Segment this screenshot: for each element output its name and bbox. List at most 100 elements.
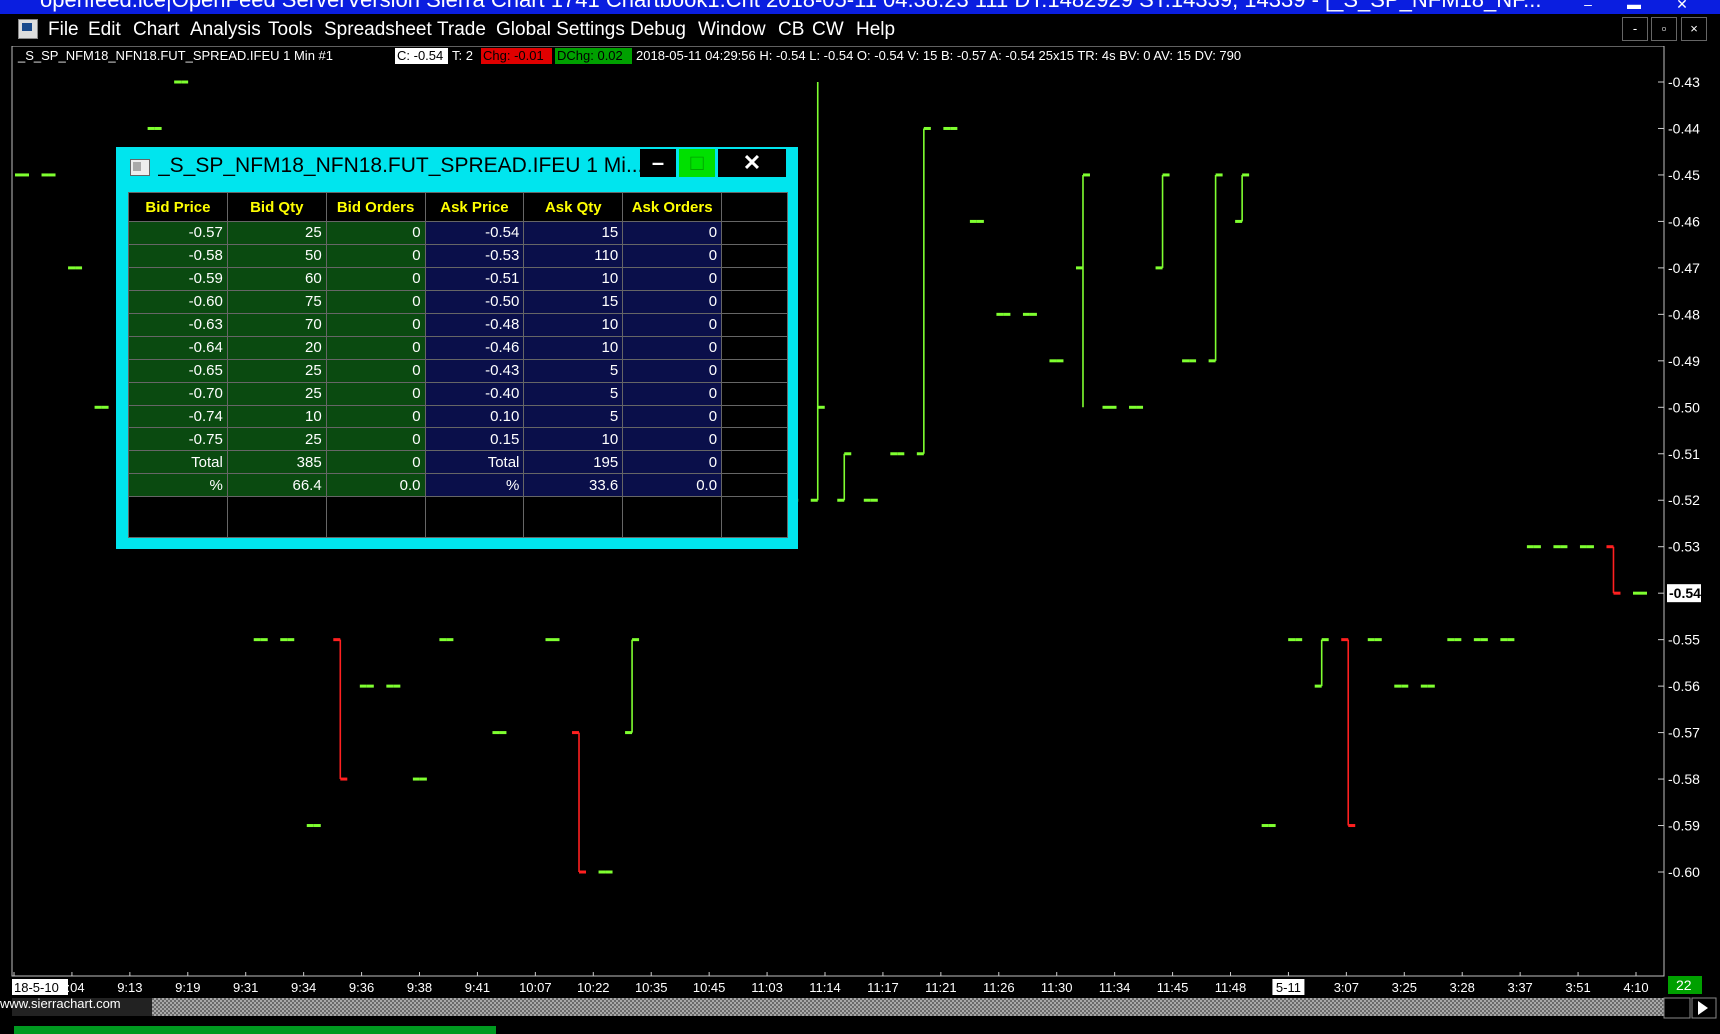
depth-row[interactable]: -0.58 50 0 -0.53 110 0	[128, 243, 788, 268]
mdi-restore-button[interactable]: ▫	[1651, 17, 1677, 41]
depth-cell-bid-orders[interactable]: 0	[325, 312, 426, 337]
depth-cell-bid-price[interactable]: -0.57	[128, 221, 228, 245]
depth-cell-ask-orders[interactable]: 0	[622, 335, 723, 360]
depth-row[interactable]: -0.75 25 0 0.15 10 0	[128, 427, 788, 452]
depth-cell-bid-qty[interactable]: 75	[226, 289, 327, 314]
depth-cell-ask-qty[interactable]: 10	[523, 266, 624, 291]
depth-cell-bid-qty[interactable]: 70	[226, 312, 327, 337]
menu-cb[interactable]: CB	[778, 19, 804, 41]
depth-cell-ask-qty[interactable]: 15	[523, 221, 624, 245]
depth-cell-bid-qty[interactable]: 25	[226, 358, 327, 383]
depth-cell-ask-price[interactable]: -0.43	[424, 358, 525, 383]
depth-cell-ask-qty[interactable]: 5	[523, 358, 624, 383]
column-header-bid-qty[interactable]: Bid Qty	[226, 192, 327, 222]
depth-row[interactable]: -0.64 20 0 -0.46 10 0	[128, 335, 788, 360]
scroll-end-button[interactable]	[1663, 997, 1691, 1019]
column-header-ask-price[interactable]: Ask Price	[424, 192, 525, 222]
depth-cell-ask-orders[interactable]: 0	[622, 266, 723, 291]
column-header-bid-orders[interactable]: Bid Orders	[325, 192, 426, 222]
depth-row[interactable]: -0.57 25 0 -0.54 15 0	[128, 221, 788, 245]
depth-cell-ask-price[interactable]: -0.54	[424, 221, 525, 245]
menu-debug[interactable]: Debug	[630, 19, 686, 41]
depth-cell-ask-price[interactable]: %	[424, 473, 525, 498]
depth-cell-bid-price[interactable]: -0.65	[128, 358, 228, 383]
depth-cell-ask-orders[interactable]: 0	[622, 243, 723, 268]
depth-cell-ask-qty[interactable]: 5	[523, 381, 624, 406]
depth-cell-ask-orders[interactable]: 0	[622, 381, 723, 406]
depth-row[interactable]: -0.59 60 0 -0.51 10 0	[128, 266, 788, 291]
depth-row[interactable]: -0.74 10 0 0.10 5 0	[128, 404, 788, 429]
menu-chart[interactable]: Chart	[133, 19, 179, 41]
depth-cell-bid-orders[interactable]: 0	[325, 450, 426, 475]
depth-cell-bid-qty[interactable]: 25	[226, 221, 327, 245]
window-close-button[interactable]: ✕	[1660, 0, 1704, 11]
depth-cell-bid-orders[interactable]: 0	[325, 289, 426, 314]
market-depth-window[interactable]: _S_SP_NFM18_NFN18.FUT_SPREAD.IFEU 1 Mi..…	[116, 147, 798, 549]
depth-cell-bid-qty[interactable]: 25	[226, 427, 327, 452]
column-header-bid-price[interactable]: Bid Price	[128, 192, 228, 222]
depth-cell-bid-orders[interactable]: 0	[325, 427, 426, 452]
depth-cell-bid-qty[interactable]: 20	[226, 335, 327, 360]
depth-cell-ask-orders[interactable]: 0	[622, 289, 723, 314]
depth-cell-ask-price[interactable]: -0.40	[424, 381, 525, 406]
depth-row[interactable]: -0.60 75 0 -0.50 15 0	[128, 289, 788, 314]
depth-cell-ask-qty[interactable]: 10	[523, 312, 624, 337]
depth-cell-bid-orders[interactable]: 0	[325, 243, 426, 268]
mdi-close-button[interactable]: ×	[1681, 17, 1707, 41]
depth-cell-bid-price[interactable]: -0.63	[128, 312, 228, 337]
menu-tools[interactable]: Tools	[268, 19, 312, 41]
depth-cell-ask-qty[interactable]: 5	[523, 404, 624, 429]
depth-cell-ask-qty[interactable]: 195	[523, 450, 624, 475]
market-depth-grid[interactable]: Bid Price Bid Qty Bid Orders Ask Price Ask Q…	[128, 192, 788, 538]
menu-window[interactable]: Window	[698, 19, 766, 41]
depth-cell-ask-orders[interactable]: 0	[622, 427, 723, 452]
depth-cell-ask-price[interactable]: Total	[424, 450, 525, 475]
horizontal-scrollbar[interactable]: www.sierrachart.com	[0, 996, 1717, 1019]
menu-spreadsheet[interactable]: Spreadsheet	[324, 19, 432, 41]
depth-cell-bid-orders[interactable]: 0	[325, 381, 426, 406]
depth-cell-bid-price[interactable]: -0.58	[128, 243, 228, 268]
depth-cell-bid-orders[interactable]: 0	[325, 221, 426, 245]
depth-cell-bid-orders[interactable]: 0	[325, 404, 426, 429]
depth-cell-bid-qty[interactable]: 385	[226, 450, 327, 475]
mdi-minimize-button[interactable]: -	[1622, 17, 1648, 41]
depth-cell-bid-orders[interactable]: 0	[325, 266, 426, 291]
window-maximize-button[interactable]: ▬	[1612, 0, 1656, 11]
depth-cell-ask-orders[interactable]: 0	[622, 450, 723, 475]
depth-cell-ask-orders[interactable]: 0.0	[622, 473, 723, 498]
column-header-ask-qty[interactable]: Ask Qty	[523, 192, 624, 222]
depth-cell-bid-orders[interactable]: 0	[325, 358, 426, 383]
depth-cell-ask-price[interactable]: -0.51	[424, 266, 525, 291]
window-minimize-button[interactable]: –	[1566, 0, 1610, 11]
depth-cell-ask-orders[interactable]: 0	[622, 404, 723, 429]
depth-cell-ask-price[interactable]: 0.15	[424, 427, 525, 452]
depth-cell-ask-qty[interactable]: 33.6	[523, 473, 624, 498]
dom-close-button[interactable]: ✕	[718, 149, 786, 177]
market-depth-title-bar[interactable]: _S_SP_NFM18_NFN18.FUT_SPREAD.IFEU 1 Mi..…	[116, 147, 798, 181]
depth-cell-bid-qty[interactable]: 25	[226, 381, 327, 406]
depth-cell-ask-price[interactable]: 0.10	[424, 404, 525, 429]
depth-row[interactable]: -0.70 25 0 -0.40 5 0	[128, 381, 788, 406]
menu-file[interactable]: File	[48, 19, 79, 41]
depth-cell-ask-qty[interactable]: 110	[523, 243, 624, 268]
menu-global-settings[interactable]: Global Settings	[496, 19, 625, 41]
depth-cell-bid-qty[interactable]: 50	[226, 243, 327, 268]
depth-cell-bid-price[interactable]: -0.60	[128, 289, 228, 314]
depth-cell-bid-price[interactable]: -0.70	[128, 381, 228, 406]
depth-cell-bid-price[interactable]: %	[128, 473, 228, 498]
menu-trade[interactable]: Trade	[437, 19, 486, 41]
column-header-ask-orders[interactable]: Ask Orders	[622, 192, 723, 222]
menu-edit[interactable]: Edit	[88, 19, 121, 41]
depth-row[interactable]: -0.65 25 0 -0.43 5 0	[128, 358, 788, 383]
dom-maximize-button[interactable]: □	[679, 149, 715, 177]
depth-cell-ask-orders[interactable]: 0	[622, 221, 723, 245]
depth-cell-bid-orders[interactable]: 0	[325, 335, 426, 360]
depth-cell-ask-price[interactable]: -0.53	[424, 243, 525, 268]
menu-analysis[interactable]: Analysis	[190, 19, 261, 41]
depth-cell-ask-qty[interactable]: 15	[523, 289, 624, 314]
depth-cell-bid-price[interactable]: -0.59	[128, 266, 228, 291]
depth-cell-ask-price[interactable]: -0.50	[424, 289, 525, 314]
depth-cell-bid-price[interactable]: -0.75	[128, 427, 228, 452]
menu-help[interactable]: Help	[856, 19, 895, 41]
depth-cell-bid-orders[interactable]: 0.0	[325, 473, 426, 498]
